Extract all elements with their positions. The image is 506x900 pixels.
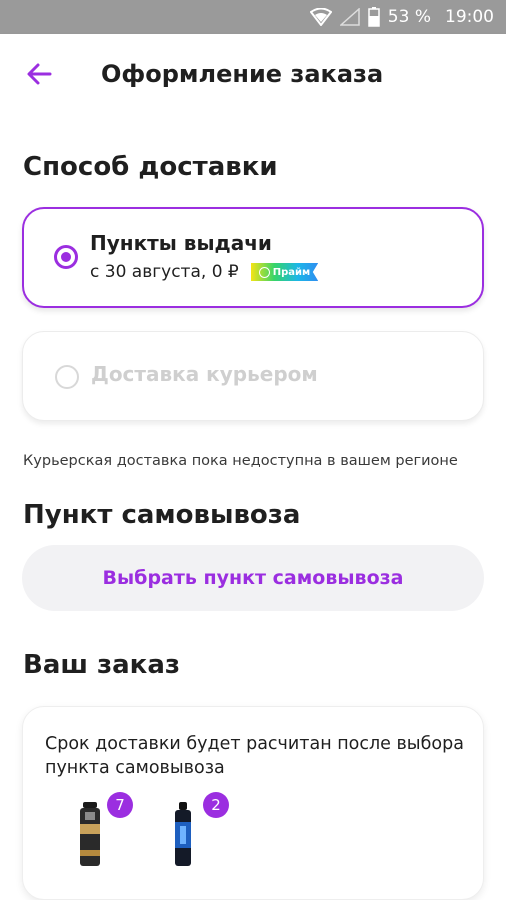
radio-unselected[interactable] bbox=[55, 365, 79, 389]
delivery-time-info: Срок доставки будет расчитан после выбор… bbox=[45, 734, 464, 778]
prime-badge-label: Прайм bbox=[272, 266, 311, 278]
wifi-icon bbox=[309, 8, 332, 26]
hairspray-can-image bbox=[80, 802, 100, 866]
delivery-option-pickup[interactable]: Пункты выдачи с 30 августа, 0 ₽ Прайм bbox=[22, 207, 484, 308]
app-bar: Оформление заказа bbox=[0, 34, 506, 114]
select-pickup-point-button[interactable]: Выбрать пункт самовывоза bbox=[22, 545, 484, 611]
checkout-content: Способ доставки Пункты выдачи с 30 авгус… bbox=[0, 114, 506, 900]
mousse-can-image bbox=[175, 802, 191, 866]
pickup-option-title: Пункты выдачи bbox=[90, 231, 272, 255]
quantity-badge: 2 bbox=[203, 792, 229, 818]
order-card: Срок доставки будет расчитан после выбор… bbox=[22, 706, 484, 900]
your-order-heading: Ваш заказ bbox=[23, 650, 180, 680]
pickup-point-heading: Пункт самовывоза bbox=[23, 500, 301, 530]
back-button[interactable] bbox=[22, 56, 58, 92]
courier-option-title: Доставка курьером bbox=[91, 362, 318, 386]
battery-percent: 53 % bbox=[387, 7, 431, 27]
status-bar: 53 % 19:00 bbox=[0, 0, 506, 34]
battery-icon bbox=[368, 7, 380, 27]
status-icons: 53 % 19:00 bbox=[309, 0, 494, 34]
pickup-option-subtitle-row: с 30 августа, 0 ₽ Прайм bbox=[90, 262, 319, 282]
product-item[interactable]: 2 bbox=[171, 792, 229, 870]
page-title: Оформление заказа bbox=[101, 60, 384, 88]
clock: 19:00 bbox=[445, 7, 494, 27]
check-circle-icon bbox=[258, 266, 270, 278]
radio-selected[interactable] bbox=[54, 245, 78, 269]
delivery-method-heading: Способ доставки bbox=[23, 152, 278, 182]
product-item[interactable]: 7 bbox=[75, 792, 133, 870]
quantity-badge: 7 bbox=[107, 792, 133, 818]
delivery-option-courier[interactable]: Доставка курьером bbox=[22, 331, 484, 421]
pickup-option-subtitle: с 30 августа, 0 ₽ bbox=[90, 262, 239, 282]
arrow-left-icon bbox=[27, 63, 52, 85]
courier-unavailable-note: Курьерская доставка пока недоступна в ва… bbox=[23, 453, 458, 469]
prime-badge: Прайм bbox=[250, 263, 319, 281]
cellular-signal-icon bbox=[339, 8, 360, 26]
